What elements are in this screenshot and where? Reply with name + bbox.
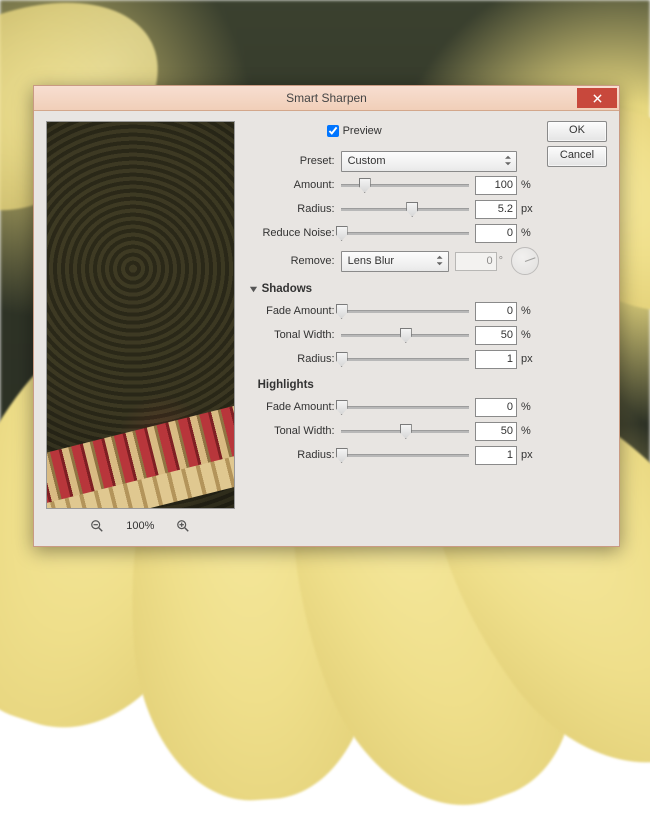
shadows-radius-field[interactable]: 1 xyxy=(475,350,517,369)
reduce-noise-label: Reduce Noise: xyxy=(249,227,341,239)
reduce-noise-slider[interactable] xyxy=(341,225,469,241)
highlights-radius-slider[interactable] xyxy=(341,447,469,463)
preset-label: Preset: xyxy=(249,155,341,167)
highlights-radius-field[interactable]: 1 xyxy=(475,446,517,465)
amount-label: Amount: xyxy=(249,179,341,191)
highlights-fade-slider[interactable] xyxy=(341,399,469,415)
shadows-fade-field[interactable]: 0 xyxy=(475,302,517,321)
remove-label: Remove: xyxy=(249,255,341,267)
window-title: Smart Sharpen xyxy=(34,91,619,105)
titlebar[interactable]: Smart Sharpen xyxy=(34,86,619,111)
amount-slider[interactable] xyxy=(341,177,469,193)
highlights-header[interactable]: Highlights xyxy=(249,375,539,395)
shadows-tonal-slider[interactable] xyxy=(341,327,469,343)
preset-dropdown[interactable]: Custom xyxy=(341,151,517,172)
zoom-in-icon[interactable] xyxy=(176,519,190,533)
amount-field[interactable]: 100 xyxy=(475,176,517,195)
highlights-fade-field[interactable]: 0 xyxy=(475,398,517,417)
preview-checkbox-input[interactable] xyxy=(327,125,339,137)
shadows-tonal-field[interactable]: 50 xyxy=(475,326,517,345)
cancel-button[interactable]: Cancel xyxy=(547,146,607,167)
highlights-fade-label: Fade Amount: xyxy=(249,401,341,413)
zoom-level: 100% xyxy=(126,520,154,532)
radius-field[interactable]: 5.2 xyxy=(475,200,517,219)
angle-dial xyxy=(511,247,539,275)
highlights-tonal-field[interactable]: 50 xyxy=(475,422,517,441)
remove-angle-field: 0 xyxy=(455,252,497,271)
shadows-header[interactable]: Shadows xyxy=(249,279,539,299)
shadows-fade-label: Fade Amount: xyxy=(249,305,341,317)
reduce-noise-field[interactable]: 0 xyxy=(475,224,517,243)
close-icon xyxy=(593,94,602,103)
close-button[interactable] xyxy=(577,88,617,108)
highlights-tonal-label: Tonal Width: xyxy=(249,425,341,437)
remove-dropdown[interactable]: Lens Blur xyxy=(341,251,449,272)
shadows-tonal-label: Tonal Width: xyxy=(249,329,341,341)
shadows-radius-slider[interactable] xyxy=(341,351,469,367)
smart-sharpen-dialog: Smart Sharpen 100% OK Cancel xyxy=(33,85,620,547)
disclosure-triangle-icon xyxy=(249,285,258,294)
highlights-tonal-slider[interactable] xyxy=(341,423,469,439)
highlights-radius-label: Radius: xyxy=(249,449,341,461)
zoom-out-icon[interactable] xyxy=(90,519,104,533)
preview-image[interactable] xyxy=(46,121,235,509)
preview-checkbox-label: Preview xyxy=(343,125,382,137)
ok-button[interactable]: OK xyxy=(547,121,607,142)
radius-label: Radius: xyxy=(249,203,341,215)
radius-slider[interactable] xyxy=(341,201,469,217)
preview-checkbox[interactable]: Preview xyxy=(327,125,382,137)
shadows-fade-slider[interactable] xyxy=(341,303,469,319)
shadows-radius-label: Radius: xyxy=(249,353,341,365)
